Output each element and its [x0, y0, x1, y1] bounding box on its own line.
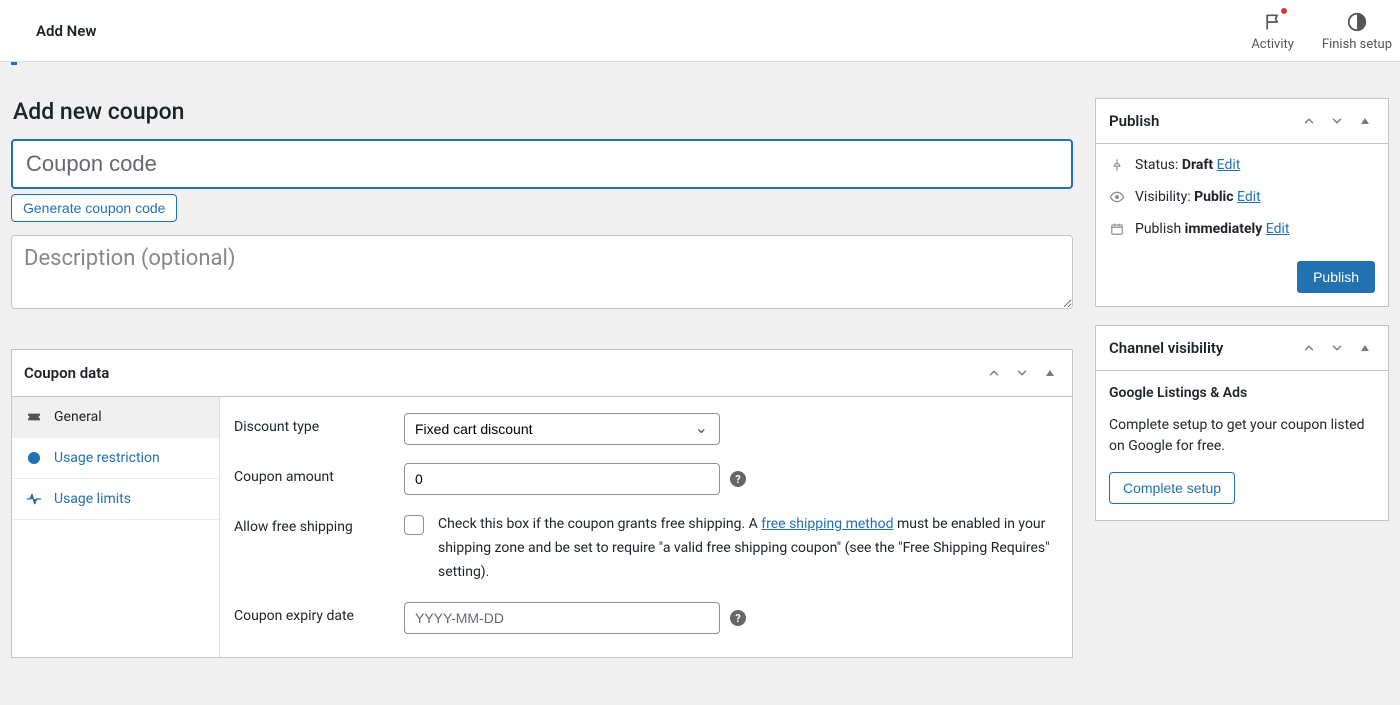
- calendar-icon: [1109, 221, 1125, 237]
- publish-button[interactable]: Publish: [1297, 261, 1375, 293]
- complete-setup-button[interactable]: Complete setup: [1109, 472, 1235, 504]
- expiry-date-label: Coupon expiry date: [234, 602, 390, 624]
- publish-schedule-line: Publish immediately Edit: [1135, 221, 1290, 237]
- panel-collapse-icon[interactable]: [1355, 338, 1375, 358]
- tab-usage-limits[interactable]: Usage limits: [12, 479, 219, 520]
- ticket-icon: [26, 409, 42, 425]
- channel-panel-title: Channel visibility: [1109, 339, 1223, 357]
- block-icon: [26, 450, 42, 466]
- panel-move-down-icon[interactable]: [1327, 111, 1347, 131]
- activity-button[interactable]: Activity: [1251, 10, 1294, 52]
- notification-dot-icon: [1281, 8, 1287, 14]
- coupon-data-panel: Coupon data General Usage restriction: [11, 349, 1073, 658]
- free-shipping-checkbox[interactable]: [404, 515, 424, 535]
- channel-subtitle: Google Listings & Ads: [1109, 383, 1375, 405]
- half-circle-icon: [1346, 11, 1368, 33]
- free-shipping-method-link[interactable]: free shipping method: [761, 516, 893, 532]
- edit-publish-date-link[interactable]: Edit: [1266, 221, 1290, 237]
- edit-status-link[interactable]: Edit: [1217, 157, 1241, 173]
- tab-usage-restriction[interactable]: Usage restriction: [12, 438, 219, 479]
- tab-general-label: General: [54, 409, 102, 425]
- tab-usage-restriction-label: Usage restriction: [54, 450, 160, 466]
- pin-icon: [1109, 157, 1125, 173]
- discount-type-label: Discount type: [234, 413, 390, 435]
- topbar: Add New Activity Finish setup: [0, 0, 1400, 62]
- page-heading: Add new coupon: [11, 98, 1073, 125]
- tab-usage-limits-label: Usage limits: [54, 491, 131, 507]
- activity-label: Activity: [1251, 37, 1294, 52]
- publish-panel: Publish Status: Draft Edit Visibility: P…: [1095, 98, 1389, 307]
- pulse-icon: [26, 491, 42, 507]
- channel-description: Complete setup to get your coupon listed…: [1109, 415, 1375, 458]
- expiry-date-input[interactable]: [404, 602, 720, 634]
- coupon-amount-input[interactable]: [404, 463, 720, 495]
- generate-code-button[interactable]: Generate coupon code: [11, 194, 177, 222]
- accent-bar: [11, 62, 17, 65]
- free-shipping-description: Check this box if the coupon grants free…: [438, 513, 1058, 584]
- panel-move-up-icon[interactable]: [1299, 338, 1319, 358]
- publish-panel-title: Publish: [1109, 112, 1159, 130]
- panel-collapse-icon[interactable]: [1355, 111, 1375, 131]
- page-title-small: Add New: [36, 22, 96, 40]
- coupon-data-tabs: General Usage restriction Usage limits: [12, 397, 220, 657]
- panel-move-up-icon[interactable]: [984, 363, 1004, 383]
- status-line: Status: Draft Edit: [1135, 157, 1240, 173]
- visibility-line: Visibility: Public Edit: [1135, 189, 1261, 205]
- panel-move-up-icon[interactable]: [1299, 111, 1319, 131]
- coupon-description-textarea[interactable]: [11, 235, 1073, 309]
- panel-move-down-icon[interactable]: [1012, 363, 1032, 383]
- edit-visibility-link[interactable]: Edit: [1237, 189, 1261, 205]
- help-icon[interactable]: ?: [730, 471, 746, 487]
- flag-icon: [1263, 12, 1283, 32]
- finish-setup-label: Finish setup: [1322, 37, 1392, 52]
- free-shipping-label: Allow free shipping: [234, 513, 390, 535]
- tab-general[interactable]: General: [12, 397, 219, 438]
- panel-collapse-icon[interactable]: [1040, 363, 1060, 383]
- coupon-amount-label: Coupon amount: [234, 463, 390, 485]
- coupon-code-input[interactable]: [11, 139, 1073, 189]
- coupon-data-title: Coupon data: [24, 364, 109, 382]
- finish-setup-button[interactable]: Finish setup: [1322, 10, 1392, 52]
- channel-visibility-panel: Channel visibility Google Listings & Ads…: [1095, 325, 1389, 521]
- panel-move-down-icon[interactable]: [1327, 338, 1347, 358]
- discount-type-select[interactable]: Fixed cart discount: [404, 413, 720, 445]
- help-icon[interactable]: ?: [730, 610, 746, 626]
- eye-icon: [1109, 189, 1125, 205]
